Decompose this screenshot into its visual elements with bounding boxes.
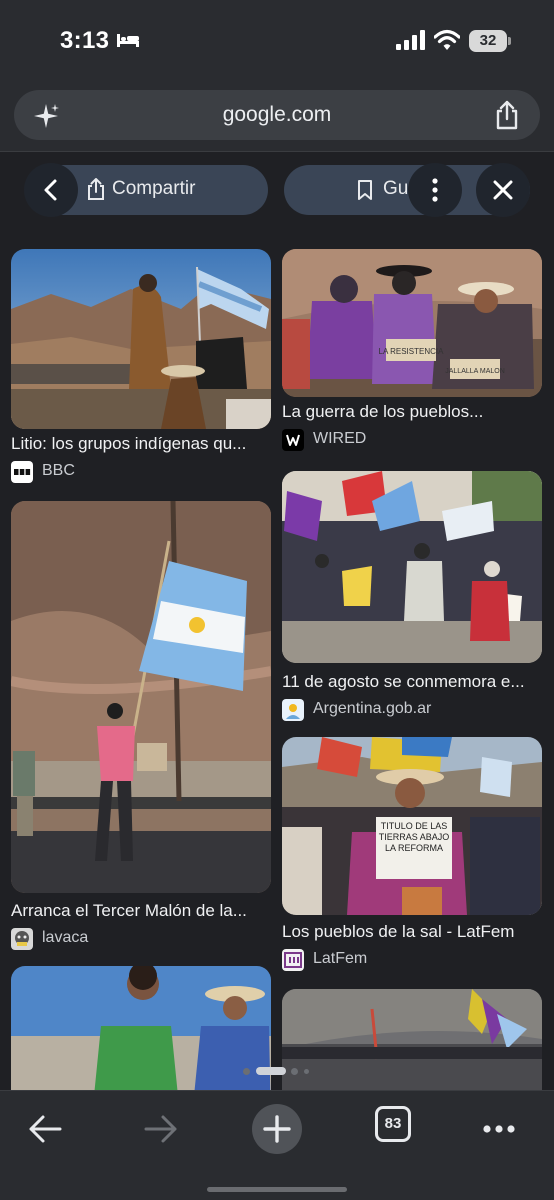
page-dot bbox=[291, 1068, 298, 1075]
page-dot bbox=[243, 1068, 250, 1075]
result-card[interactable]: 11 de agosto se conmemora e... Argentina… bbox=[282, 471, 542, 721]
result-title[interactable]: Los pueblos de la sal - LatFem bbox=[282, 922, 544, 942]
preview-action-row: Compartir Guardar bbox=[0, 153, 554, 233]
source-name: WIRED bbox=[313, 430, 367, 447]
close-icon bbox=[493, 180, 513, 200]
image-results: Compartir Guardar bbox=[0, 153, 554, 1090]
close-button[interactable] bbox=[476, 163, 530, 217]
status-time: 3:13 bbox=[60, 27, 110, 54]
source-name: LatFem bbox=[313, 950, 368, 967]
arrow-right-icon bbox=[144, 1115, 177, 1143]
elders-photo: LA RESISTENCIA JALLALLA MALON bbox=[282, 249, 542, 397]
sign-text: JALLALLA MALON bbox=[445, 368, 505, 375]
battery-indicator: 32 bbox=[469, 30, 507, 52]
march-photo bbox=[282, 471, 542, 663]
url-area: google.com bbox=[0, 80, 554, 152]
signal-icon bbox=[396, 30, 425, 50]
tab-switcher-button[interactable]: 83 bbox=[375, 1106, 411, 1142]
bed-icon bbox=[117, 34, 139, 47]
chevron-left-icon bbox=[44, 179, 57, 201]
latfem-logo-icon bbox=[282, 949, 304, 971]
more-options-button[interactable] bbox=[408, 163, 462, 217]
page-indicator bbox=[0, 1063, 554, 1079]
plus-icon bbox=[252, 1104, 302, 1154]
result-card[interactable]: LA RESISTENCIA JALLALLA MALON La guerra … bbox=[282, 249, 542, 451]
bbc-logo-icon bbox=[11, 461, 33, 483]
result-image[interactable] bbox=[11, 249, 271, 429]
result-card[interactable]: Arranca el Tercer Malón de la... lavaca bbox=[11, 501, 271, 950]
result-title[interactable]: 11 de agosto se conmemora e... bbox=[282, 672, 544, 692]
wired-logo-icon bbox=[282, 429, 304, 451]
result-image[interactable] bbox=[282, 471, 542, 663]
more-vertical-icon bbox=[432, 178, 438, 202]
bookmark-icon bbox=[358, 180, 372, 200]
arrow-left-icon bbox=[29, 1115, 62, 1143]
result-title[interactable]: Litio: los grupos indígenas qu... bbox=[11, 434, 273, 454]
battery-tip bbox=[508, 37, 511, 45]
source-name: Argentina.gob.ar bbox=[313, 700, 432, 717]
status-bar: 3:13 32 bbox=[0, 0, 554, 80]
result-card[interactable]: TITULO DE LAS TIERRAS ABAJO LA REFORMA L… bbox=[282, 737, 542, 971]
back-nav-button[interactable] bbox=[15, 1099, 75, 1159]
lavaca-logo-icon bbox=[11, 928, 33, 950]
protest-photo bbox=[11, 249, 271, 429]
page-dot-active bbox=[256, 1067, 286, 1075]
sign-text: TITULO DE LAS TIERRAS ABAJO LA REFORMA bbox=[378, 821, 450, 853]
result-image[interactable]: LA RESISTENCIA JALLALLA MALON bbox=[282, 249, 542, 397]
result-title[interactable]: Arranca el Tercer Malón de la... bbox=[11, 901, 273, 921]
forward-nav-button[interactable] bbox=[131, 1099, 191, 1159]
more-horizontal-icon bbox=[483, 1125, 515, 1133]
result-title[interactable]: La guerra de los pueblos... bbox=[282, 402, 544, 422]
address-bar[interactable]: google.com bbox=[14, 90, 540, 140]
sign-text: LA RESISTENCIA bbox=[379, 347, 445, 356]
url-text[interactable]: google.com bbox=[14, 103, 540, 127]
new-tab-button[interactable] bbox=[247, 1099, 307, 1159]
menu-button[interactable] bbox=[469, 1099, 529, 1159]
home-indicator[interactable] bbox=[207, 1187, 347, 1192]
share-icon bbox=[88, 178, 104, 200]
wifi-icon bbox=[434, 29, 460, 50]
source-name: lavaca bbox=[42, 929, 89, 946]
result-card[interactable]: Litio: los grupos indígenas qu... BBC bbox=[11, 249, 271, 483]
result-image[interactable]: TITULO DE LAS TIERRAS ABAJO LA REFORMA bbox=[282, 737, 542, 915]
source-name: BBC bbox=[42, 462, 75, 479]
argentina-logo-icon bbox=[282, 699, 304, 721]
bottom-toolbar: 83 bbox=[0, 1090, 554, 1200]
sign-protest-photo: TITULO DE LAS TIERRAS ABAJO LA REFORMA bbox=[282, 737, 542, 915]
share-label: Compartir bbox=[112, 178, 196, 199]
flag-bearer-photo bbox=[11, 501, 271, 893]
result-image[interactable] bbox=[11, 501, 271, 893]
back-button[interactable] bbox=[24, 163, 78, 217]
share-icon[interactable] bbox=[494, 100, 520, 130]
page-dot bbox=[304, 1069, 309, 1074]
